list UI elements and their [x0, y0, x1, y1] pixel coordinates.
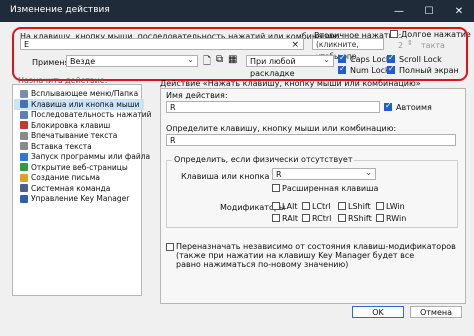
modifier-checkbox[interactable] — [272, 202, 280, 210]
action-list-item[interactable]: Блокировка клавиш — [20, 120, 110, 131]
maximize-button[interactable]: ☐ — [414, 0, 444, 22]
title-bar: Изменение действия — ☐ ✕ — [0, 0, 474, 22]
auto-name-checkbox[interactable] — [384, 101, 392, 111]
modifier-label: LAlt — [282, 202, 298, 211]
action-list-item[interactable]: Создание письма — [20, 172, 100, 183]
define-key-input[interactable]: R — [166, 134, 456, 146]
highlight-frame — [12, 27, 468, 81]
action-list-item[interactable]: Открытие веб-страницы — [20, 162, 128, 173]
extended-key-label: Расширенная клавиша — [282, 184, 379, 193]
modifier-checkbox[interactable] — [338, 214, 346, 222]
modifier-checkbox[interactable] — [376, 214, 384, 222]
action-list-label: Всплывающее меню/Папка — [31, 89, 139, 98]
window-title: Изменение действия — [10, 5, 110, 15]
modifier-checkbox[interactable] — [338, 202, 346, 210]
action-list-item[interactable]: Управление Key Manager — [20, 193, 129, 204]
modifier-checkbox[interactable] — [376, 202, 384, 210]
action-icon — [20, 142, 28, 150]
reassign-label: Переназначать независимо от состояния кл… — [176, 242, 456, 251]
auto-name-label: Автоимя — [396, 103, 432, 112]
action-icon — [20, 184, 28, 192]
action-icon — [20, 163, 28, 171]
action-icon — [20, 110, 28, 119]
modifier-label: LShift — [348, 202, 371, 211]
action-list-label: Открытие веб-страницы — [31, 162, 128, 172]
cancel-button[interactable]: Отмена — [410, 306, 462, 318]
action-icon — [20, 131, 28, 140]
action-list-label: Последовательность нажатий — [31, 110, 152, 119]
action-list-item[interactable]: Вставка текста — [20, 141, 92, 152]
action-list-label: Впечатывание текста — [31, 131, 118, 140]
define-key-value: R — [170, 136, 176, 145]
reassign-checkbox[interactable] — [166, 243, 174, 251]
action-list-item[interactable]: Всплывающее меню/Папка — [20, 88, 138, 99]
ok-button[interactable]: OK — [352, 306, 404, 318]
close-button[interactable]: ✕ — [444, 0, 474, 22]
action-list-item[interactable]: Запуск программы или файла — [20, 151, 150, 162]
reassign-note-line1: (также при нажатии на клавишу Key Manage… — [176, 251, 415, 260]
action-list-item[interactable]: Последовательность нажатий — [20, 109, 152, 120]
action-list-label: Блокировка клавиш — [31, 120, 111, 130]
modifier-label: RWin — [386, 214, 407, 223]
action-name-label: Имя действия: — [166, 91, 228, 100]
reassign-note-line2: равно нажиматься по-новому значению) — [176, 260, 349, 269]
action-icon — [20, 89, 28, 98]
action-header: Действие «Нажать клавишу, кнопку мыши ил… — [160, 79, 421, 88]
action-icon — [20, 173, 28, 182]
minimize-button[interactable]: — — [384, 0, 414, 22]
key-mouse-select[interactable]: R — [272, 167, 376, 180]
action-list-label: Вставка текста — [31, 141, 92, 151]
action-list-item[interactable]: Системная команда — [20, 183, 110, 194]
action-list-label: Клавиша или кнопка мыши — [31, 99, 140, 109]
dialog-window: Изменение действия — ☐ ✕ На клавишу, кно… — [0, 0, 474, 336]
action-list-label: Создание письма — [31, 173, 100, 182]
modifier-checkbox[interactable] — [302, 214, 310, 222]
modifier-checkbox[interactable] — [302, 202, 310, 210]
action-list-label: Управление Key Manager — [31, 194, 130, 203]
extended-key-checkbox[interactable] — [272, 184, 280, 192]
key-mouse-value: R — [276, 170, 282, 179]
modifier-label: RShift — [348, 214, 372, 223]
action-icon — [20, 121, 28, 129]
action-icon — [20, 194, 28, 203]
action-list-item[interactable]: Клавиша или кнопка мыши — [14, 98, 144, 110]
action-icon — [20, 152, 28, 161]
action-list-label: Системная команда — [31, 183, 111, 193]
modifier-label: LWin — [386, 202, 405, 211]
action-name-input[interactable]: R — [166, 101, 380, 113]
physical-key-group-title: Определить, если физически отсутствует — [172, 155, 355, 164]
define-key-label: Определите клавишу, кнопку мыши или комб… — [166, 124, 397, 133]
action-list-label: Запуск программы или файла — [31, 152, 151, 161]
action-name-value: R — [170, 103, 176, 112]
modifier-label: LCtrl — [312, 202, 331, 211]
action-icon — [20, 100, 28, 108]
action-list-item[interactable]: Впечатывание текста — [20, 130, 117, 141]
modifier-label: RAlt — [282, 214, 299, 223]
modifier-label: RCtrl — [312, 214, 332, 223]
modifier-checkbox[interactable] — [272, 214, 280, 222]
